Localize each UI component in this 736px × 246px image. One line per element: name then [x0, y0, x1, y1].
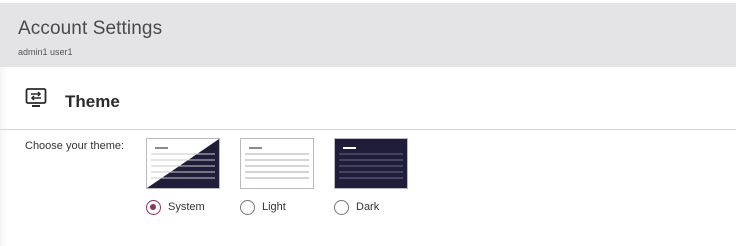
- radio-dark[interactable]: [334, 200, 349, 215]
- theme-preview-system[interactable]: [146, 138, 220, 189]
- radio-label-light[interactable]: Light: [262, 201, 286, 213]
- theme-preview-dark[interactable]: [334, 138, 408, 189]
- theme-option-light[interactable]: Light: [240, 138, 314, 220]
- theme-option-dark[interactable]: Dark: [334, 138, 408, 220]
- radio-label-dark[interactable]: Dark: [356, 201, 379, 213]
- theme-picker-label: Choose your theme:: [25, 140, 125, 152]
- page-header: Account Settings admin1 user1: [0, 3, 736, 67]
- account-settings-page: Account Settings admin1 user1 Theme Choo…: [0, 0, 736, 246]
- radio-system[interactable]: [146, 200, 161, 215]
- monitor-swap-icon: [25, 87, 47, 109]
- theme-preview-light[interactable]: [240, 138, 314, 189]
- user-name: admin1 user1: [18, 47, 73, 57]
- radio-light[interactable]: [240, 200, 255, 215]
- radio-label-system[interactable]: System: [168, 201, 205, 213]
- section-title-theme: Theme: [65, 92, 120, 111]
- section-divider: [0, 129, 736, 130]
- theme-option-system[interactable]: System: [146, 138, 220, 220]
- left-shade: [0, 67, 7, 246]
- page-title: Account Settings: [18, 18, 163, 39]
